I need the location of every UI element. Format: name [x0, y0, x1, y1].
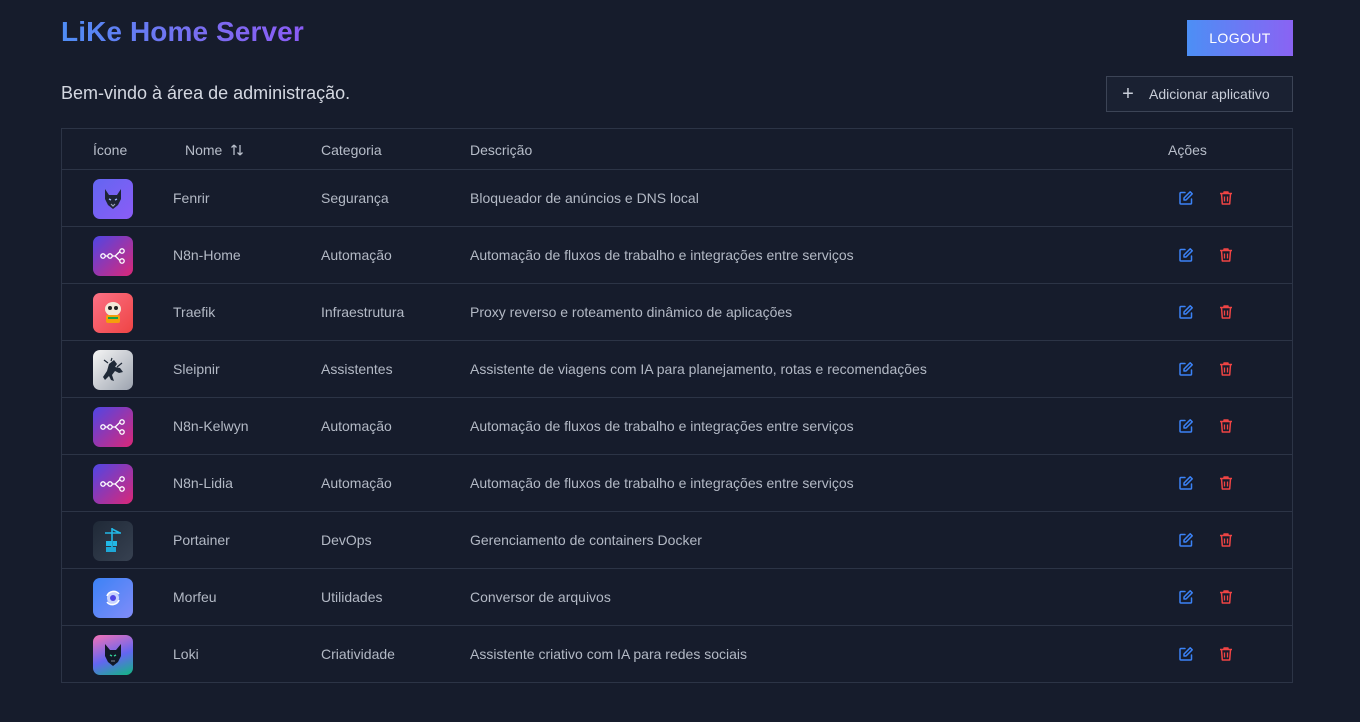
- app-name: N8n-Home: [173, 247, 241, 263]
- edit-icon[interactable]: [1176, 302, 1196, 322]
- plus-icon: +: [1122, 83, 1134, 105]
- app-category: Segurança: [321, 190, 389, 206]
- table-row: Traefik Infraestrutura Proxy reverso e r…: [62, 284, 1292, 341]
- column-header-icon: Ícone: [93, 142, 128, 158]
- app-name: Morfeu: [173, 589, 217, 605]
- app-description: Proxy reverso e roteamento dinâmico de a…: [470, 304, 793, 320]
- app-name: Portainer: [173, 532, 230, 548]
- apps-table: Ícone Nome Categoria Descrição Ações Fen…: [61, 128, 1293, 683]
- app-category: Infraestrutura: [321, 304, 405, 320]
- trash-icon[interactable]: [1216, 644, 1236, 664]
- edit-icon[interactable]: [1176, 188, 1196, 208]
- column-header-category: Categoria: [321, 142, 382, 158]
- app-name: Sleipnir: [173, 361, 220, 377]
- portainer-crane-icon: [93, 521, 133, 561]
- horse-icon: [93, 350, 133, 390]
- n8n-workflow-icon: [93, 236, 133, 276]
- edit-icon[interactable]: [1176, 644, 1196, 664]
- table-row: Fenrir Segurança Bloqueador de anúncios …: [62, 170, 1292, 227]
- column-header-description: Descrição: [470, 142, 533, 158]
- column-header-name-label: Nome: [185, 142, 223, 158]
- admin-page: LiKe Home Server LOGOUT Bem-vindo à área…: [0, 0, 1360, 722]
- trash-icon[interactable]: [1216, 530, 1236, 550]
- trash-icon[interactable]: [1216, 416, 1236, 436]
- traefik-gopher-icon: [93, 293, 133, 333]
- trash-icon[interactable]: [1216, 188, 1236, 208]
- table-row: Loki Criatividade Assistente criativo co…: [62, 626, 1292, 683]
- app-description: Automação de fluxos de trabalho e integr…: [470, 247, 854, 263]
- app-category: DevOps: [321, 532, 372, 548]
- app-category: Criatividade: [321, 646, 395, 662]
- app-name: Fenrir: [173, 190, 210, 206]
- table-row: Morfeu Utilidades Conversor de arquivos: [62, 569, 1292, 626]
- app-description: Assistente criativo com IA para redes so…: [470, 646, 748, 662]
- app-category: Assistentes: [321, 361, 393, 377]
- wolf-icon: [93, 179, 133, 219]
- app-description: Bloqueador de anúncios e DNS local: [470, 190, 699, 206]
- loki-mask-icon: [93, 635, 133, 675]
- app-description: Conversor de arquivos: [470, 589, 611, 605]
- converter-icon: [93, 578, 133, 618]
- edit-icon[interactable]: [1176, 359, 1196, 379]
- table-row: Sleipnir Assistentes Assistente de viage…: [62, 341, 1292, 398]
- app-title: LiKe Home Server: [61, 16, 304, 47]
- app-name: N8n-Lidia: [173, 475, 233, 491]
- trash-icon[interactable]: [1216, 587, 1236, 607]
- trash-icon[interactable]: [1216, 302, 1236, 322]
- app-category: Automação: [321, 475, 392, 491]
- trash-icon[interactable]: [1216, 473, 1236, 493]
- table-row: N8n-Home Automação Automação de fluxos d…: [62, 227, 1292, 284]
- app-name: Loki: [173, 646, 199, 662]
- app-category: Utilidades: [321, 589, 383, 605]
- add-app-label: Adicionar aplicativo: [1149, 86, 1270, 102]
- table-row: Portainer DevOps Gerenciamento de contai…: [62, 512, 1292, 569]
- welcome-text: Bem-vindo à área de administração.: [61, 83, 351, 103]
- edit-icon[interactable]: [1176, 587, 1196, 607]
- n8n-workflow-icon: [93, 464, 133, 504]
- add-app-button[interactable]: + Adicionar aplicativo: [1106, 76, 1293, 112]
- app-category: Automação: [321, 247, 392, 263]
- table-row: N8n-Kelwyn Automação Automação de fluxos…: [62, 398, 1292, 455]
- edit-icon[interactable]: [1176, 416, 1196, 436]
- edit-icon[interactable]: [1176, 530, 1196, 550]
- app-description: Assistente de viagens com IA para planej…: [470, 361, 927, 377]
- logout-button[interactable]: LOGOUT: [1187, 20, 1293, 56]
- edit-icon[interactable]: [1176, 473, 1196, 493]
- column-header-actions: Ações: [1168, 142, 1207, 158]
- edit-icon[interactable]: [1176, 245, 1196, 265]
- trash-icon[interactable]: [1216, 245, 1236, 265]
- sort-icon[interactable]: [230, 143, 244, 160]
- app-description: Gerenciamento de containers Docker: [470, 532, 702, 548]
- table-body: Fenrir Segurança Bloqueador de anúncios …: [62, 170, 1292, 683]
- column-header-name[interactable]: Nome: [185, 142, 244, 160]
- app-name: Traefik: [173, 304, 216, 320]
- table-header: Ícone Nome Categoria Descrição Ações: [62, 129, 1292, 170]
- app-name: N8n-Kelwyn: [173, 418, 249, 434]
- app-description: Automação de fluxos de trabalho e integr…: [470, 418, 854, 434]
- trash-icon[interactable]: [1216, 359, 1236, 379]
- n8n-workflow-icon: [93, 407, 133, 447]
- app-category: Automação: [321, 418, 392, 434]
- app-description: Automação de fluxos de trabalho e integr…: [470, 475, 854, 491]
- table-row: N8n-Lidia Automação Automação de fluxos …: [62, 455, 1292, 512]
